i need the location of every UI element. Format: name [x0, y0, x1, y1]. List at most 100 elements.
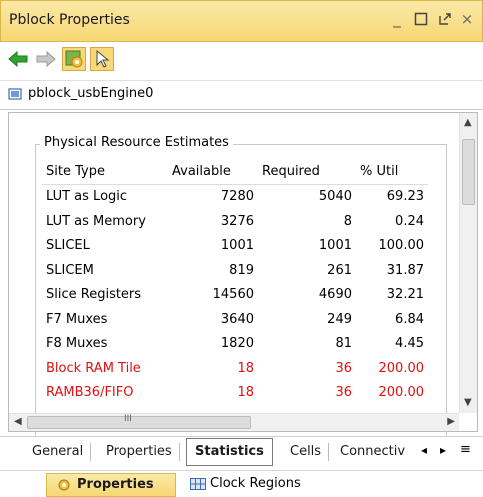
table-row: F8 Muxes 1820 81 4.45 — [42, 332, 428, 357]
minimize-button[interactable]: _ — [387, 9, 407, 29]
available-cell: 14560 — [212, 287, 254, 303]
table-row: Slice Registers 14560 4690 32.21 — [42, 283, 428, 308]
auto-update-icon — [65, 50, 83, 68]
object-name-row: pblock_usbEngine0 — [0, 80, 483, 110]
clock-regions-icon — [190, 478, 206, 490]
table-row: LUT as Memory 3276 8 0.24 — [42, 209, 428, 234]
bottom-tab-label: Clock Regions — [210, 476, 301, 491]
maximize-icon — [414, 12, 428, 26]
properties-icon — [58, 479, 70, 491]
tab-menu-icon[interactable]: ≡ — [460, 442, 471, 457]
pointer-icon — [96, 49, 110, 68]
bottom-window-tabs: Properties Clock Regions — [0, 470, 483, 497]
table-row: Block RAM Tile 18 36 200.00 — [42, 356, 428, 381]
resource-table: Site Type Available Required % Util LUT … — [42, 159, 428, 405]
util-cell: 4.45 — [395, 336, 424, 352]
pblock-properties-panel: Pblock Properties _ × pblock_usbEngine0 … — [0, 0, 483, 497]
scroll-left-icon[interactable]: ◀ — [14, 416, 22, 428]
pblock-icon — [8, 88, 22, 100]
util-cell: 31.87 — [386, 262, 424, 278]
util-cell: 0.24 — [395, 213, 424, 229]
scroll-down-icon[interactable]: ▼ — [464, 397, 472, 409]
title-bar: Pblock Properties _ × — [0, 0, 483, 42]
horizontal-scroll-thumb[interactable]: III — [27, 414, 251, 429]
table-row: SLICEL 1001 1001 100.00 — [42, 234, 428, 259]
available-cell: 819 — [229, 262, 254, 278]
tab-properties[interactable]: Properties — [106, 443, 180, 461]
util-cell: 6.84 — [395, 311, 424, 327]
table-row: SLICEM 819 261 31.87 — [42, 258, 428, 283]
tab-cells[interactable]: Cells — [290, 443, 330, 461]
toolbar — [0, 42, 483, 78]
horizontal-scrollbar[interactable]: ◀ III ▶ — [9, 413, 459, 431]
statistics-content: Physical Resource Estimates Site Type Av… — [8, 112, 478, 445]
tab-next-icon[interactable]: ▸ — [440, 443, 446, 457]
available-cell: 7280 — [220, 189, 254, 205]
available-cell: 1001 — [220, 238, 254, 254]
window-title: Pblock Properties — [9, 12, 130, 28]
site-type-cell: Slice Registers — [46, 287, 142, 303]
table-row: RAMB36/FIFO 18 36 200.00 — [42, 381, 428, 406]
required-cell: 36 — [335, 360, 352, 376]
site-type-cell: SLICEM — [46, 262, 94, 278]
group-title: Physical Resource Estimates — [40, 135, 233, 150]
object-name: pblock_usbEngine0 — [28, 86, 154, 101]
available-cell: 3276 — [220, 213, 254, 229]
auto-update-button[interactable] — [62, 47, 86, 71]
back-arrow-icon — [8, 50, 28, 68]
vertical-scrollbar[interactable]: ▲ ▼ — [459, 113, 477, 413]
table-header-row: Site Type Available Required % Util — [42, 159, 428, 185]
required-cell: 81 — [335, 336, 352, 352]
required-cell: 5040 — [318, 189, 352, 205]
available-cell: 1820 — [220, 336, 254, 352]
select-button[interactable] — [90, 47, 114, 71]
required-cell: 4690 — [318, 287, 352, 303]
vertical-scroll-thumb[interactable] — [462, 139, 475, 205]
forward-button[interactable] — [34, 47, 58, 71]
available-cell: 18 — [237, 385, 254, 401]
site-type-cell: F8 Muxes — [46, 336, 108, 352]
scroll-right-icon[interactable]: ▶ — [447, 416, 455, 428]
forward-arrow-icon — [36, 50, 56, 68]
maximize-button[interactable] — [411, 9, 431, 29]
column-header-util: % Util — [356, 159, 428, 185]
util-cell: 32.21 — [386, 287, 424, 303]
table-row: LUT as Logic 7280 5040 69.23 — [42, 184, 428, 209]
bottom-tab-label: Properties — [77, 477, 154, 492]
tab-connectivity[interactable]: Connectiv — [340, 443, 412, 461]
site-type-cell: Block RAM Tile — [46, 360, 141, 376]
util-cell: 200.00 — [378, 385, 425, 401]
float-window-icon — [439, 13, 451, 25]
column-header-required: Required — [258, 159, 356, 185]
site-type-cell: RAMB36/FIFO — [46, 385, 134, 401]
column-header-site-type: Site Type — [42, 159, 168, 185]
tab-statistics[interactable]: Statistics — [186, 438, 273, 466]
bottom-tab-properties[interactable]: Properties — [46, 473, 176, 497]
util-cell: 100.00 — [378, 238, 425, 254]
close-button[interactable]: × — [457, 9, 477, 29]
required-cell: 8 — [343, 213, 352, 229]
required-cell: 36 — [335, 385, 352, 401]
site-type-cell: SLICEL — [46, 238, 90, 254]
back-button[interactable] — [6, 47, 30, 71]
scroll-up-icon[interactable]: ▲ — [464, 117, 472, 129]
required-cell: 261 — [327, 262, 352, 278]
available-cell: 3640 — [220, 311, 254, 327]
bottom-tab-clock-regions[interactable]: Clock Regions — [186, 473, 326, 495]
site-type-cell: LUT as Logic — [46, 189, 128, 205]
available-cell: 18 — [237, 360, 254, 376]
required-cell: 249 — [327, 311, 352, 327]
column-header-available: Available — [168, 159, 258, 185]
scroll-grip-icon: III — [124, 414, 132, 424]
site-type-cell: F7 Muxes — [46, 311, 108, 327]
util-cell: 200.00 — [378, 360, 425, 376]
required-cell: 1001 — [318, 238, 352, 254]
util-cell: 69.23 — [386, 189, 424, 205]
float-button[interactable] — [435, 9, 455, 29]
tab-general[interactable]: General — [32, 443, 92, 461]
table-row: F7 Muxes 3640 249 6.84 — [42, 307, 428, 332]
physical-resource-group: Physical Resource Estimates Site Type Av… — [35, 135, 447, 445]
property-tabs: General Properties Statistics Cells Conn… — [0, 436, 483, 468]
site-type-cell: LUT as Memory — [46, 213, 146, 229]
tab-prev-icon[interactable]: ◂ — [421, 443, 427, 457]
